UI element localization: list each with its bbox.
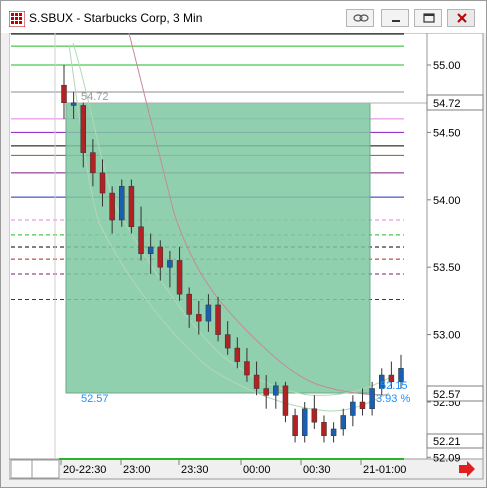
candle-body [340,415,346,430]
price-tick-label: 53.50 [433,262,461,274]
candle-body [138,226,144,254]
time-tick-label: 00:30 [303,464,331,476]
candle-body [147,246,154,254]
candle-body [321,421,327,436]
measure-top-label: 54.72 [81,91,109,103]
candle-body [263,388,269,396]
bottom-price-marker-label: 52.21 [433,436,461,448]
axis-scroll-box[interactable] [31,459,60,479]
app-icon [9,11,25,27]
candle-body [205,304,212,322]
price-tick-label: 54.00 [433,195,461,207]
last-price-marker-label: 52.57 [433,389,461,401]
candle-body [350,401,356,416]
candle [128,179,135,234]
candle-body [253,374,260,389]
measure-price-label: 52.15 [380,380,408,392]
candle-body [109,192,115,221]
candle-body [167,260,173,268]
maximize-icon [423,13,435,23]
time-tick-label: 21-01:00 [363,464,406,476]
time-tick-label: 20-22:30 [63,464,106,476]
candle-body [61,84,67,103]
candle-body [128,186,135,228]
price-tick-label: 52.09 [433,452,461,464]
close-button[interactable] [447,9,475,27]
candle-body [311,408,318,423]
high-price-marker-label: 54.72 [433,98,461,110]
minimize-icon [392,20,400,22]
time-tick-label: 23:30 [181,464,209,476]
measure-box[interactable] [65,102,371,394]
chart-window: S.SBUX - Starbucks Corp, 3 Min 55.00 54.… [0,0,487,488]
candle-body [273,385,279,396]
candle-body [186,293,192,315]
candle-body [282,385,289,416]
close-icon [457,13,467,23]
candle-body [119,186,125,221]
candle-body [157,246,164,268]
candle-body [215,304,221,335]
candle-body [292,415,298,436]
window-title: S.SBUX - Starbucks Corp, 3 Min [29,11,203,25]
time-tick-label: 00:00 [243,464,271,476]
price-tick-label: 55.00 [433,60,461,72]
candle-body [90,152,96,174]
candle-body [234,347,241,362]
candle-body [244,361,250,376]
candle-body [70,102,77,106]
link-icon [353,14,369,22]
candle-body [330,428,337,436]
candle-body [99,172,106,194]
candle-body [80,105,87,153]
candle-body [369,388,375,409]
price-tick-label: 53.00 [433,330,461,342]
measure-percent-label: 3.93 % [376,393,410,405]
candle-body [196,314,202,322]
candle [119,179,125,227]
candle-body [224,334,231,349]
minimize-button[interactable] [381,9,409,27]
time-tick-label: 23:00 [123,464,151,476]
price-chart[interactable]: 55.0054.5054.0053.5053.0052.5052.09 54.7… [9,33,487,481]
title-bar[interactable]: S.SBUX - Starbucks Corp, 3 Min [1,1,486,33]
candle-body [176,260,183,295]
maximize-button[interactable] [414,9,442,27]
link-button[interactable] [346,9,374,27]
candle-body [359,401,366,409]
measure-bottom-label: 52.57 [81,393,109,405]
candle-body [301,408,308,436]
axis-corner-box[interactable] [10,459,33,479]
price-tick-label: 54.50 [433,127,461,139]
